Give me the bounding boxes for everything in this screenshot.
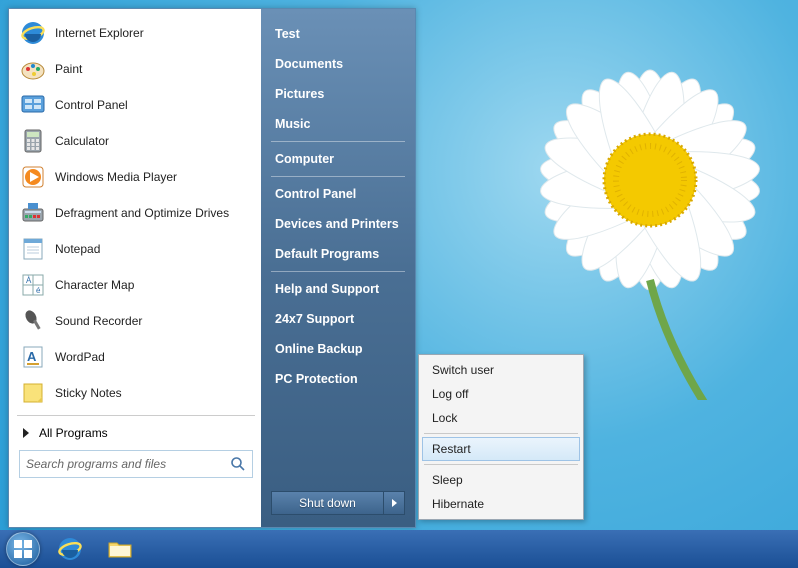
- program-label: WordPad: [55, 350, 105, 364]
- program-item-wmp[interactable]: Windows Media Player: [15, 159, 257, 195]
- power-options-menu: Switch userLog offLock Restart SleepHibern…: [418, 354, 584, 520]
- program-item-sticky[interactable]: Sticky Notes: [15, 375, 257, 411]
- program-item-wordpad[interactable]: A WordPad: [15, 339, 257, 375]
- start-menu-left-pane: Internet Explorer Paint Control Panel Calcu…: [9, 9, 261, 527]
- program-label: Character Map: [55, 278, 134, 292]
- shutdown-label: Shut down: [299, 496, 356, 510]
- start-menu: Internet Explorer Paint Control Panel Calcu…: [8, 8, 416, 528]
- power-item-switch-user[interactable]: Switch user: [422, 358, 580, 382]
- program-label: Sticky Notes: [55, 386, 122, 400]
- svg-text:À: À: [26, 276, 32, 285]
- separator: [424, 433, 578, 434]
- right-item-help-and-support[interactable]: Help and Support: [261, 274, 415, 304]
- program-item-defrag[interactable]: Defragment and Optimize Drives: [15, 195, 257, 231]
- program-item-charmap[interactable]: Àé Character Map: [15, 267, 257, 303]
- search-icon: [230, 456, 246, 472]
- right-item-devices-and-printers[interactable]: Devices and Printers: [261, 209, 415, 239]
- shutdown-button[interactable]: Shut down: [271, 491, 383, 515]
- cpanel-icon: [19, 91, 47, 119]
- all-programs-label: All Programs: [39, 426, 108, 440]
- right-item-24x7-support[interactable]: 24x7 Support: [261, 304, 415, 334]
- separator: [271, 271, 405, 272]
- program-label: Sound Recorder: [55, 314, 142, 328]
- taskbar-ie-button[interactable]: [50, 534, 90, 564]
- svg-text:A: A: [27, 349, 37, 364]
- search-input[interactable]: [26, 457, 230, 471]
- program-label: Calculator: [55, 134, 109, 148]
- ie-icon: [19, 19, 47, 47]
- shutdown-options-button[interactable]: [383, 491, 405, 515]
- svg-text:é: é: [36, 286, 41, 295]
- program-label: Paint: [55, 62, 82, 76]
- separator: [17, 415, 255, 416]
- program-item-notepad[interactable]: Notepad: [15, 231, 257, 267]
- defrag-icon: [19, 199, 47, 227]
- program-label: Windows Media Player: [55, 170, 177, 184]
- right-item-pc-protection[interactable]: PC Protection: [261, 364, 415, 394]
- separator: [271, 176, 405, 177]
- windows-logo-icon: [13, 539, 33, 559]
- right-item-test[interactable]: Test: [261, 19, 415, 49]
- program-item-paint[interactable]: Paint: [15, 51, 257, 87]
- right-item-computer[interactable]: Computer: [261, 144, 415, 174]
- program-item-mic[interactable]: Sound Recorder: [15, 303, 257, 339]
- separator: [271, 141, 405, 142]
- right-item-documents[interactable]: Documents: [261, 49, 415, 79]
- power-item-sleep[interactable]: Sleep: [422, 468, 580, 492]
- separator: [424, 464, 578, 465]
- sticky-icon: [19, 379, 47, 407]
- right-item-music[interactable]: Music: [261, 109, 415, 139]
- power-item-restart[interactable]: Restart: [422, 437, 580, 461]
- wmp-icon: [19, 163, 47, 191]
- power-item-log-off[interactable]: Log off: [422, 382, 580, 406]
- program-label: Notepad: [55, 242, 100, 256]
- program-label: Internet Explorer: [55, 26, 144, 40]
- power-item-lock[interactable]: Lock: [422, 406, 580, 430]
- calc-icon: [19, 127, 47, 155]
- start-menu-right-pane: TestDocumentsPicturesMusic Computer Contro…: [261, 9, 415, 527]
- right-item-online-backup[interactable]: Online Backup: [261, 334, 415, 364]
- triangle-right-icon: [392, 499, 397, 507]
- program-item-ie[interactable]: Internet Explorer: [15, 15, 257, 51]
- taskbar: [0, 530, 798, 568]
- taskbar-explorer-button[interactable]: [100, 534, 140, 564]
- right-item-control-panel[interactable]: Control Panel: [261, 179, 415, 209]
- folder-icon: [107, 536, 133, 562]
- right-item-default-programs[interactable]: Default Programs: [261, 239, 415, 269]
- search-box[interactable]: [19, 450, 253, 478]
- paint-icon: [19, 55, 47, 83]
- wallpaper-flower: [470, 20, 798, 400]
- right-item-pictures[interactable]: Pictures: [261, 79, 415, 109]
- notepad-icon: [19, 235, 47, 263]
- program-label: Defragment and Optimize Drives: [55, 206, 229, 220]
- triangle-right-icon: [23, 428, 29, 438]
- mic-icon: [19, 307, 47, 335]
- program-item-calc[interactable]: Calculator: [15, 123, 257, 159]
- ie-icon: [57, 536, 83, 562]
- all-programs-button[interactable]: All Programs: [15, 420, 257, 446]
- power-item-hibernate[interactable]: Hibernate: [422, 492, 580, 516]
- wordpad-icon: A: [19, 343, 47, 371]
- program-item-cpanel[interactable]: Control Panel: [15, 87, 257, 123]
- charmap-icon: Àé: [19, 271, 47, 299]
- program-label: Control Panel: [55, 98, 128, 112]
- start-button[interactable]: [6, 532, 40, 566]
